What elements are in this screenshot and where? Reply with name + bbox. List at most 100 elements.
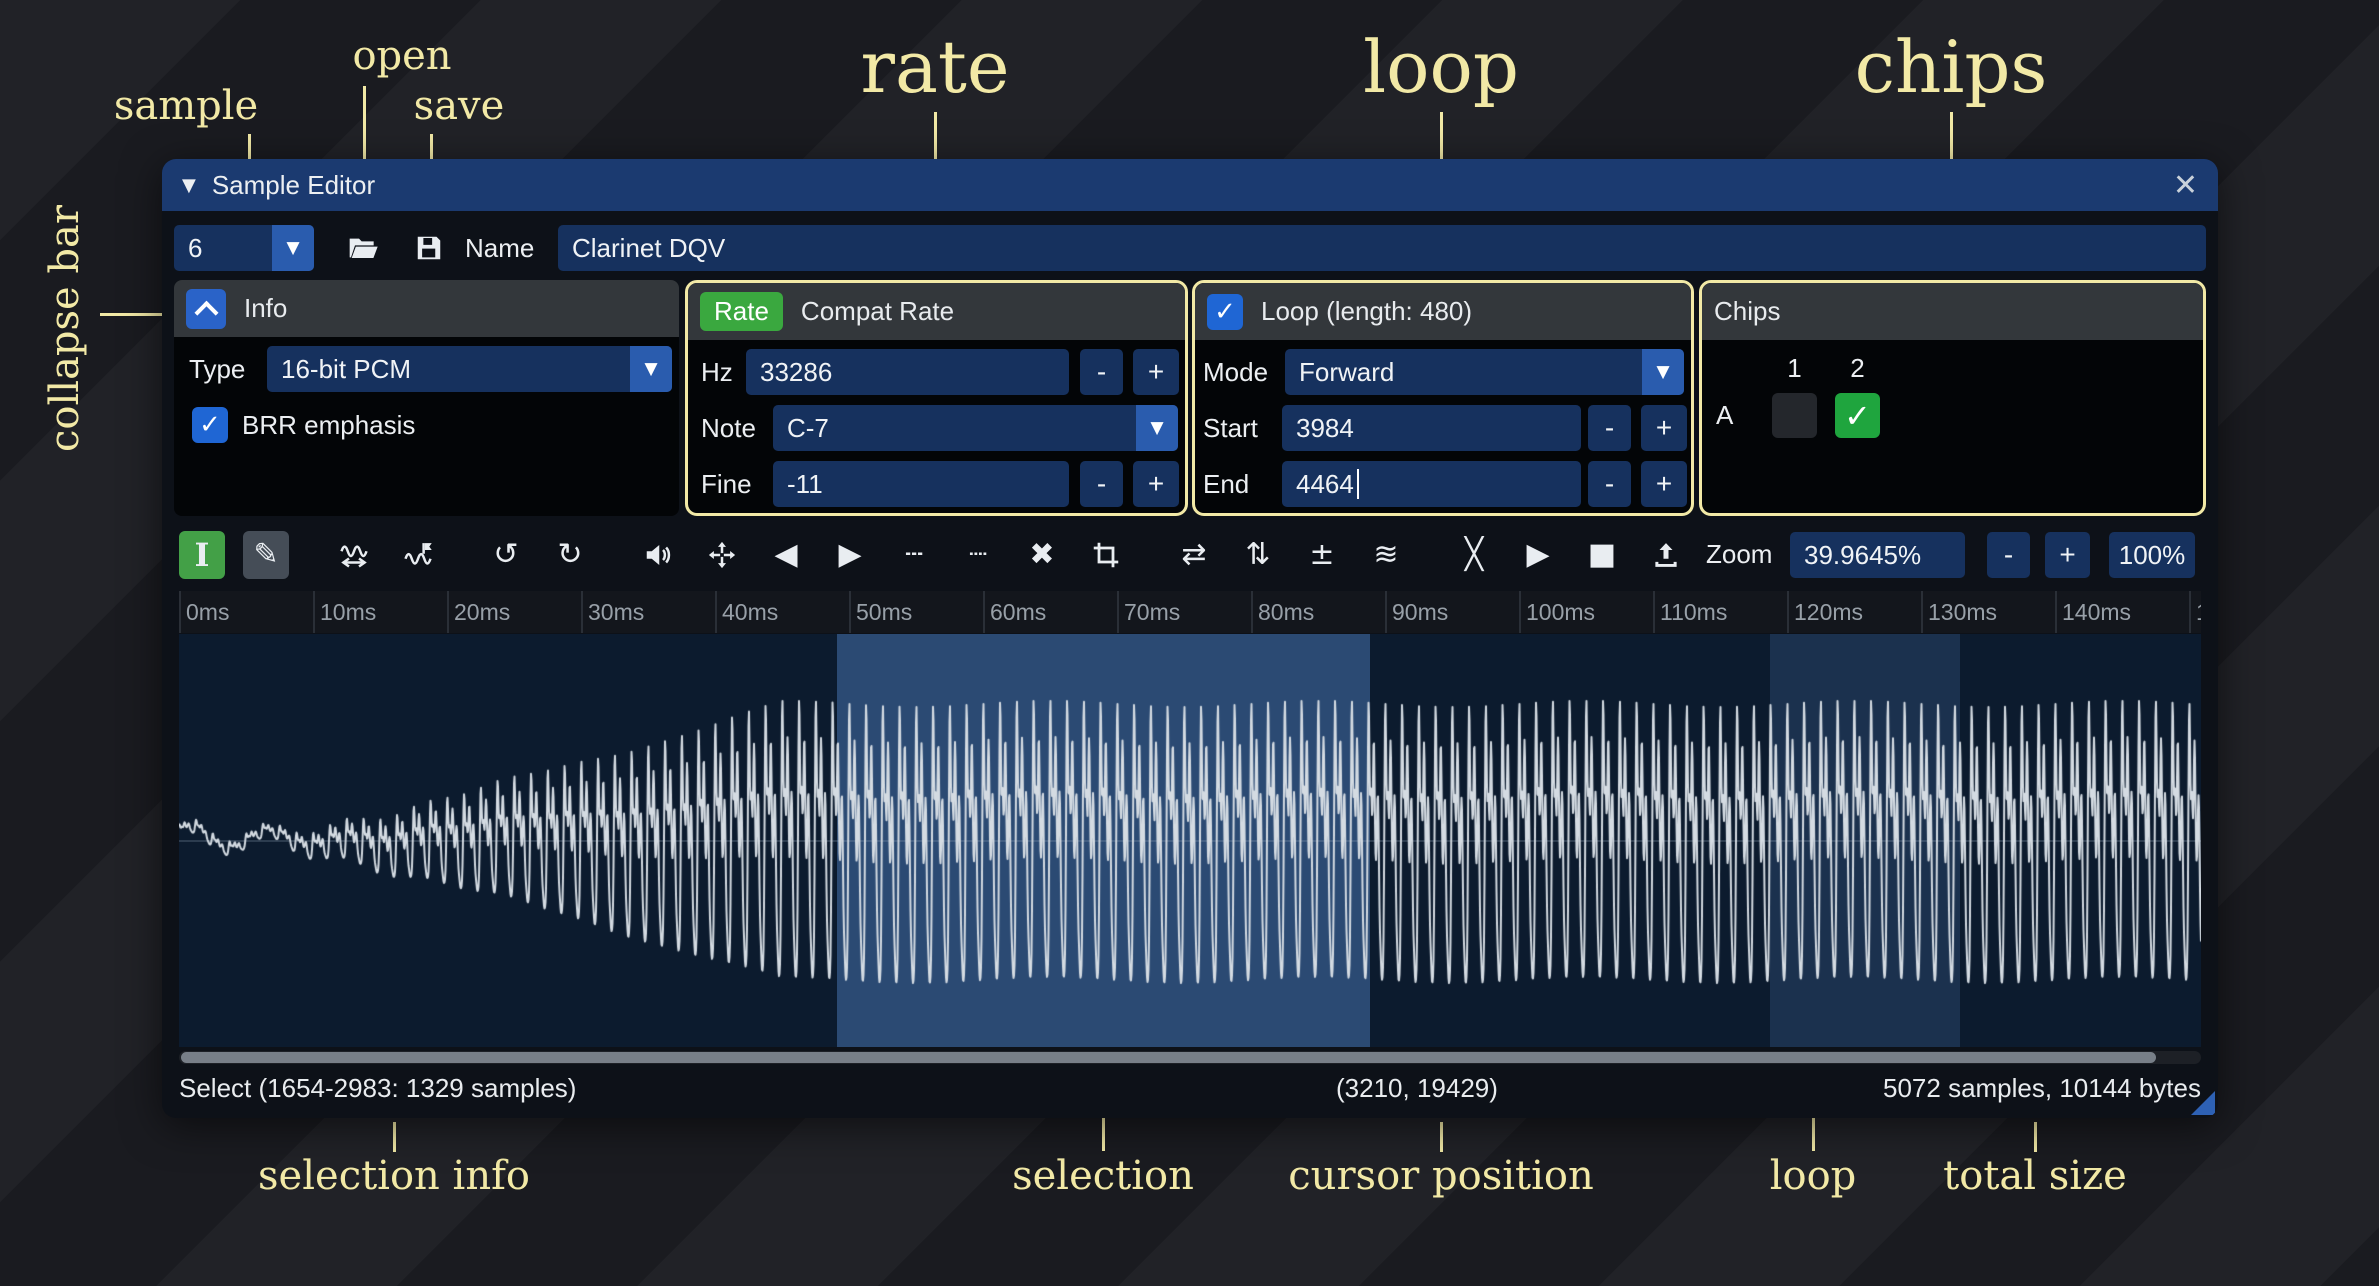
edit-mode-draw-button[interactable]: ✎: [243, 531, 289, 579]
filter-button[interactable]: ≋: [1363, 531, 1409, 579]
floppy-save-icon: [414, 233, 444, 263]
resample-button[interactable]: [395, 531, 441, 579]
name-input-value: Clarinet DQV: [572, 233, 725, 264]
scrollbar-thumb[interactable]: [181, 1052, 2156, 1063]
ruler-tick: [1787, 591, 1789, 633]
edit-mode-select-button[interactable]: I: [179, 531, 225, 579]
insert-silence-button[interactable]: ┄: [891, 531, 937, 579]
note-dropdown[interactable]: C-7 ▼: [773, 405, 1178, 451]
ruler-label: 70ms: [1124, 599, 1180, 626]
chevron-down-icon[interactable]: ▼: [1136, 405, 1178, 451]
wave-resize-icon: [339, 540, 369, 570]
window-resize-grip[interactable]: [2191, 1091, 2215, 1115]
hz-minus-button[interactable]: -: [1080, 349, 1123, 395]
loop-enable-checkbox[interactable]: ✓: [1207, 294, 1243, 330]
fine-plus-button[interactable]: +: [1133, 461, 1179, 507]
window-titlebar[interactable]: ▼ Sample Editor ✕: [162, 159, 2218, 211]
preview-stop-button[interactable]: ■: [1579, 531, 1625, 579]
type-dropdown[interactable]: 16-bit PCM ▼: [267, 346, 672, 392]
ruler-label: 0ms: [186, 599, 229, 626]
name-input[interactable]: Clarinet DQV: [558, 225, 2206, 271]
loop-start-plus-button[interactable]: +: [1641, 405, 1687, 451]
chip-a-1-checkbox[interactable]: [1772, 393, 1817, 438]
normalize-button[interactable]: [699, 531, 745, 579]
apply-silence-button[interactable]: ┈: [955, 531, 1001, 579]
fine-minus-button[interactable]: -: [1080, 461, 1123, 507]
header-row: 6 ▼ Name Clarinet DQV: [174, 223, 2206, 273]
annotation-collapse-bar: collapse bar: [42, 180, 88, 452]
amplify-button[interactable]: [635, 531, 681, 579]
ruler-tick: [447, 591, 449, 633]
fade-in-button[interactable]: ◀: [763, 531, 809, 579]
waveform-view[interactable]: [179, 634, 2201, 1047]
close-icon[interactable]: ✕: [2173, 168, 2198, 203]
chevron-down-icon[interactable]: ▼: [1642, 349, 1684, 395]
window-title: Sample Editor: [212, 170, 375, 201]
annotation-chips: chips: [1855, 28, 2048, 107]
loop-end-minus-button[interactable]: -: [1588, 461, 1631, 507]
waveform-scrollbar[interactable]: [179, 1051, 2201, 1064]
chip-row-label: A: [1716, 393, 1733, 438]
annotation-selection-info: selection info: [258, 1154, 530, 1198]
zoom-in-button[interactable]: +: [2045, 532, 2090, 578]
swap-arrows-icon: ⇄: [1181, 540, 1206, 570]
hz-input[interactable]: 33286: [746, 349, 1069, 395]
chips-header-label: Chips: [1714, 296, 1780, 327]
ruler-label: 50ms: [856, 599, 912, 626]
mode-dropdown[interactable]: Forward ▼: [1285, 349, 1684, 395]
fine-input[interactable]: -11: [773, 461, 1069, 507]
reverse-button[interactable]: ⇄: [1171, 531, 1217, 579]
window-collapse-icon[interactable]: ▼: [182, 175, 196, 196]
fade-out-button[interactable]: ▶: [827, 531, 873, 579]
speaker-icon: [643, 540, 673, 570]
chevron-down-icon[interactable]: ▼: [272, 225, 314, 271]
text-caret: [1357, 469, 1359, 499]
redo-button[interactable]: ↻: [547, 531, 593, 579]
open-button[interactable]: [339, 225, 387, 271]
chevron-down-icon[interactable]: ▼: [630, 346, 672, 392]
annotation-loop: loop: [1363, 28, 1519, 107]
invert-button[interactable]: ⇅: [1235, 531, 1281, 579]
ruler-label: 120ms: [1794, 599, 1863, 626]
type-dropdown-value: 16-bit PCM: [267, 354, 411, 385]
sample-select[interactable]: 6 ▼: [174, 225, 314, 271]
undo-button[interactable]: ↺: [483, 531, 529, 579]
zoom-reset-button[interactable]: 100%: [2109, 532, 2195, 578]
chip-column-label: 1: [1772, 353, 1817, 384]
import-button[interactable]: [1643, 531, 1689, 579]
ruler-label: 90ms: [1392, 599, 1448, 626]
panels-row: Info Type 16-bit PCM ▼ ✓ BRR emphasis Ra…: [174, 280, 2206, 516]
loop-start-minus-button[interactable]: -: [1588, 405, 1631, 451]
loop-end-input[interactable]: 4464: [1282, 461, 1581, 507]
triangle-right-icon: ▶: [838, 540, 861, 570]
loop-start-input[interactable]: 3984: [1282, 405, 1581, 451]
brr-emphasis-checkbox[interactable]: ✓: [192, 407, 228, 443]
zoom-out-button[interactable]: -: [1987, 532, 2030, 578]
chips-panel: Chips A 12✓: [1699, 280, 2206, 516]
loop-panel-header: ✓ Loop (length: 480): [1195, 283, 1691, 340]
status-selection-info: Select (1654-2983: 1329 samples): [179, 1073, 576, 1104]
preview-play-button[interactable]: ▶: [1515, 531, 1561, 579]
save-button[interactable]: [405, 225, 453, 271]
ruler-tick: [581, 591, 583, 633]
mode-label: Mode: [1203, 349, 1268, 395]
status-bar: Select (1654-2983: 1329 samples) (3210, …: [179, 1067, 2201, 1111]
waveform-canvas[interactable]: [179, 634, 2201, 1047]
ruler-label: 30ms: [588, 599, 644, 626]
hz-plus-button[interactable]: +: [1133, 349, 1179, 395]
chip-a-2-checkbox[interactable]: ✓: [1835, 393, 1880, 438]
loop-end-plus-button[interactable]: +: [1641, 461, 1687, 507]
redo-icon: ↻: [557, 540, 582, 570]
zoom-input[interactable]: 39.9645%: [1790, 532, 1965, 578]
mode-dropdown-value: Forward: [1285, 357, 1394, 388]
delete-button[interactable]: ✖: [1019, 531, 1065, 579]
collapse-bar-button[interactable]: [186, 289, 226, 329]
upload-icon: [1651, 540, 1681, 570]
resize-button[interactable]: [331, 531, 377, 579]
zoom-input-value: 39.9645%: [1804, 540, 1921, 571]
trim-button[interactable]: [1083, 531, 1129, 579]
crossfade-button[interactable]: ╳: [1451, 531, 1497, 579]
rate-badge[interactable]: Rate: [700, 292, 783, 331]
annotation-save: save: [414, 84, 505, 128]
sign-invert-button[interactable]: ±: [1299, 531, 1345, 579]
